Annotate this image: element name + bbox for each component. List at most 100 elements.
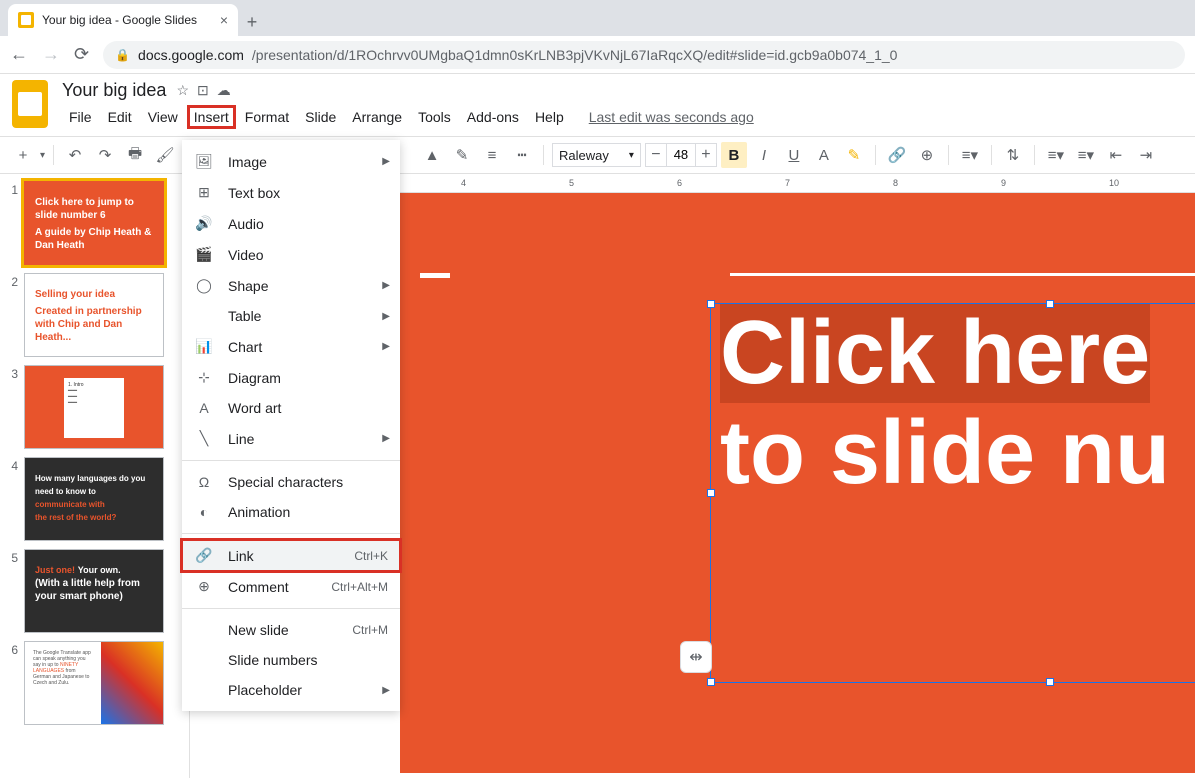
insert-menu-image[interactable]: 🖼Image▶	[182, 146, 400, 177]
insert-menu-shape[interactable]: ◯Shape▶	[182, 270, 400, 301]
increase-font-button[interactable]: +	[696, 146, 716, 164]
insert-menu-animation[interactable]: ◐Animation	[182, 497, 400, 527]
menu-insert[interactable]: Insert	[187, 105, 236, 129]
slide-number: 4	[4, 457, 18, 473]
menu-item-label: Chart	[228, 339, 262, 355]
insert-menu-line[interactable]: ╲Line▶	[182, 423, 400, 454]
font-size-control: − 48 +	[645, 143, 717, 167]
paint-format-button[interactable]: 🖌	[152, 142, 178, 168]
chevron-right-icon: ▶	[382, 311, 390, 322]
cloud-icon[interactable]: ☁	[217, 82, 231, 99]
close-tab-icon[interactable]: ×	[220, 12, 228, 28]
text-color-button[interactable]: A	[811, 142, 837, 168]
slide-thumbnail[interactable]: How many languages do you need to know t…	[24, 457, 164, 541]
insert-menu-chart[interactable]: 📊Chart▶	[182, 331, 400, 362]
insert-menu-dropdown: 🖼Image▶⊞Text box🔊Audio🎬Video◯Shape▶Table…	[182, 140, 400, 711]
chevron-right-icon: ▶	[382, 156, 390, 167]
menu-item-label: Diagram	[228, 370, 281, 386]
menu-item-label: Audio	[228, 216, 264, 232]
insert-menu-comment[interactable]: ⊕CommentCtrl+Alt+M	[182, 571, 400, 602]
menu-item-label: New slide	[228, 622, 289, 638]
slides-logo[interactable]	[12, 80, 52, 130]
chevron-right-icon: ▶	[382, 433, 390, 444]
menu-tools[interactable]: Tools	[411, 105, 458, 129]
menu-item-label: Slide numbers	[228, 652, 318, 668]
decrease-font-button[interactable]: −	[646, 146, 666, 164]
underline-button[interactable]: U	[781, 142, 807, 168]
menu-view[interactable]: View	[141, 105, 185, 129]
align-button[interactable]: ≡▾	[957, 142, 983, 168]
star-icon[interactable]: ☆	[176, 82, 189, 99]
autofit-icon[interactable]: ⇹	[680, 641, 712, 673]
insert-menu-slide-numbers[interactable]: Slide numbers	[182, 645, 400, 675]
selection-box[interactable]	[710, 303, 1195, 683]
fill-color-button[interactable]: ▲	[419, 142, 445, 168]
word-art-icon: A	[194, 400, 214, 416]
font-size-input[interactable]: 48	[666, 144, 696, 166]
border-color-button[interactable]: ✎	[449, 142, 475, 168]
chevron-right-icon: ▶	[382, 280, 390, 291]
diagram-icon: ⊹	[194, 369, 214, 386]
slide-thumbnail[interactable]: Just one! Your own.(With a little help f…	[24, 549, 164, 633]
insert-menu-audio[interactable]: 🔊Audio	[182, 208, 400, 239]
decrease-indent-button[interactable]: ⇤	[1103, 142, 1129, 168]
redo-button[interactable]: ↷	[92, 142, 118, 168]
document-title[interactable]: Your big idea	[62, 80, 166, 101]
insert-menu-diagram[interactable]: ⊹ Diagram	[182, 362, 400, 393]
line-spacing-button[interactable]: ⇅	[1000, 142, 1026, 168]
link-icon: 🔗	[194, 547, 214, 564]
insert-menu-table[interactable]: Table▶	[182, 301, 400, 331]
numbered-list-button[interactable]: ≡▾	[1043, 142, 1069, 168]
insert-comment-button[interactable]: ⊕	[914, 142, 940, 168]
url-input[interactable]: 🔒 docs.google.com/presentation/d/1ROchrv…	[103, 41, 1185, 69]
bold-button[interactable]: B	[721, 142, 747, 168]
border-weight-button[interactable]: ≡	[479, 142, 505, 168]
insert-menu-link[interactable]: 🔗LinkCtrl+K	[182, 540, 400, 571]
menu-item-label: Line	[228, 431, 254, 447]
insert-link-button[interactable]: 🔗	[884, 142, 910, 168]
menu-help[interactable]: Help	[528, 105, 571, 129]
menu-edit[interactable]: Edit	[101, 105, 139, 129]
slide-thumbnail[interactable]: Click here to jump to slide number 6A gu…	[24, 181, 164, 265]
new-slide-button[interactable]: +	[10, 142, 36, 168]
menu-addons[interactable]: Add-ons	[460, 105, 526, 129]
ruler-tick: 6	[677, 178, 682, 188]
italic-button[interactable]: I	[751, 142, 777, 168]
accent-bar	[420, 273, 450, 278]
insert-menu-text-box[interactable]: ⊞Text box	[182, 177, 400, 208]
bulleted-list-button[interactable]: ≡▾	[1073, 142, 1099, 168]
last-edit-link[interactable]: Last edit was seconds ago	[589, 109, 754, 125]
keyboard-shortcut: Ctrl+M	[352, 623, 388, 637]
move-icon[interactable]: ⊡	[197, 82, 209, 99]
browser-tab[interactable]: Your big idea - Google Slides ×	[8, 4, 238, 36]
back-button[interactable]: ←	[10, 44, 28, 65]
slide-number: 5	[4, 549, 18, 565]
menu-item-label: Image	[228, 154, 267, 170]
new-tab-button[interactable]: +	[238, 8, 266, 36]
ruler-tick: 10	[1109, 178, 1119, 188]
comment-icon: ⊕	[194, 578, 214, 595]
slide-canvas[interactable]: Click here to slide nu ⇹	[400, 193, 1195, 773]
menu-arrange[interactable]: Arrange	[345, 105, 409, 129]
menu-format[interactable]: Format	[238, 105, 296, 129]
insert-menu-video[interactable]: 🎬Video	[182, 239, 400, 270]
border-dash-button[interactable]: ┅	[509, 142, 535, 168]
insert-menu-placeholder[interactable]: Placeholder▶	[182, 675, 400, 705]
slides-favicon	[18, 12, 34, 28]
font-family-select[interactable]: Raleway▾	[552, 143, 641, 167]
insert-menu-word-art[interactable]: AWord art	[182, 393, 400, 423]
slide-thumbnail[interactable]: The Google Translate appcan speak anythi…	[24, 641, 164, 725]
undo-button[interactable]: ↶	[62, 142, 88, 168]
increase-indent-button[interactable]: ⇥	[1133, 142, 1159, 168]
reload-button[interactable]: ⟳	[74, 44, 89, 65]
slide-number: 3	[4, 365, 18, 381]
slide-thumbnail[interactable]: 1. Intro━━━━━━━━━	[24, 365, 164, 449]
insert-menu-new-slide[interactable]: New slide Ctrl+M	[182, 615, 400, 645]
slide-thumbnail[interactable]: Selling your ideaCreated in partnership …	[24, 273, 164, 357]
forward-button[interactable]: →	[42, 44, 60, 65]
menu-file[interactable]: File	[62, 105, 99, 129]
menu-slide[interactable]: Slide	[298, 105, 343, 129]
print-button[interactable]: 🖶	[122, 142, 148, 168]
highlight-color-button[interactable]: ✎	[841, 142, 867, 168]
insert-menu-special-characters[interactable]: ΩSpecial characters	[182, 467, 400, 497]
